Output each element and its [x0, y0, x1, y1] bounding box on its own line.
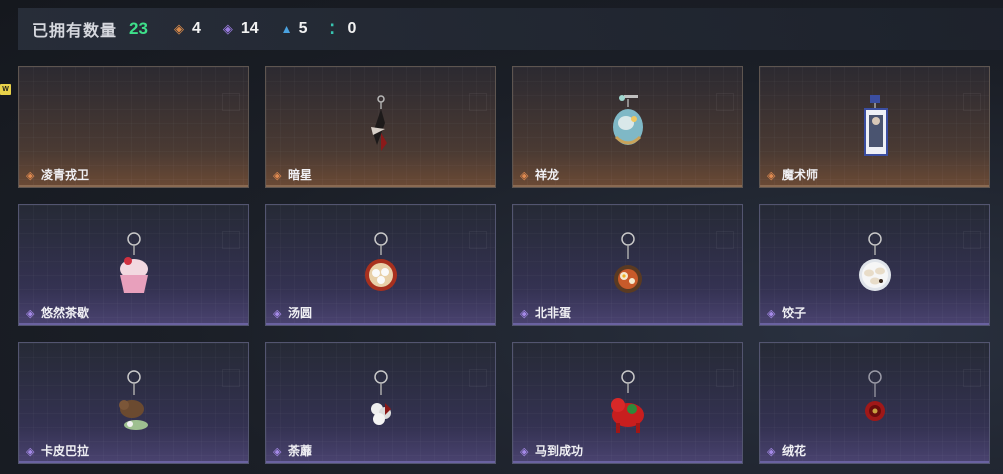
orange-rarity-icon: ◈: [26, 170, 35, 182]
charm-name: 凌青戎卫: [41, 168, 90, 182]
charm-name: 汤圆: [288, 306, 313, 320]
charm-card[interactable]: ◈ 荼蘼: [265, 342, 496, 464]
charm-name: 卡皮巴拉: [41, 444, 90, 458]
watermark-icon: [222, 231, 240, 249]
orange-rarity-icon: ◈: [520, 170, 529, 182]
charm-card[interactable]: ◈ 凌青戎卫: [18, 66, 249, 188]
purple-rarity-icon: ◈: [520, 308, 529, 320]
rarity-bar: [266, 185, 495, 187]
purple-rarity-icon: ◈: [222, 21, 233, 36]
charm-card[interactable]: ◈ 悠然茶歇: [18, 204, 249, 326]
charm-name: 荼蘼: [288, 444, 313, 458]
rarity-bar: [513, 461, 742, 463]
watermark-icon: [469, 369, 487, 387]
charm-card[interactable]: ◈ 暗星: [265, 66, 496, 188]
stat-teal: ⁚ 0: [330, 20, 357, 38]
orange-rarity-icon: ◈: [767, 170, 776, 182]
watermark-icon: [716, 231, 734, 249]
charm-card[interactable]: ◈ 汤圆: [265, 204, 496, 326]
charm-name: 魔术师: [782, 168, 819, 182]
charm-name: 祥龙: [535, 168, 560, 182]
dagger-charm-icon: [370, 95, 387, 151]
charm-name: 马到成功: [535, 444, 584, 458]
cupcake-charm-icon: [119, 232, 148, 293]
purple-rarity-icon: ◈: [273, 308, 282, 320]
blue-rarity-icon: ▲: [280, 22, 293, 36]
stat-purple-value: 14: [240, 20, 259, 37]
capybara-charm-icon: [118, 370, 148, 430]
charm-card[interactable]: ◈ 饺子: [759, 204, 990, 326]
new-badge: W: [0, 84, 11, 95]
charm-card[interactable]: ◈ 魔术师: [759, 66, 990, 188]
shakshuka-charm-icon: [613, 232, 642, 293]
charm-name: 绒花: [782, 444, 807, 458]
charm-card[interactable]: ◈ 绒花: [759, 342, 990, 464]
stat-purple: ◈ 14: [223, 20, 259, 38]
rarity-bar: [513, 323, 742, 325]
charm-name: 饺子: [782, 306, 807, 320]
watermark-icon: [222, 369, 240, 387]
rarity-bar: [513, 185, 742, 187]
dragon-charm-icon: [612, 95, 643, 145]
charm-grid: ◈ 凌青戎卫 ◈ 暗星 ◈ 祥龙 ◈ 魔术师 ◈ 悠然茶歇 ◈ 汤圆 ◈ 北非蛋…: [18, 66, 990, 464]
watermark-icon: [716, 369, 734, 387]
owned-count-value: 23: [129, 19, 148, 38]
purple-rarity-icon: ◈: [26, 308, 35, 320]
rarity-bar: [266, 461, 495, 463]
purple-rarity-icon: ◈: [520, 446, 529, 458]
purple-rarity-icon: ◈: [767, 446, 776, 458]
horse-charm-icon: [610, 370, 644, 433]
stat-orange-value: 4: [191, 20, 201, 37]
white-flower-charm-icon: [370, 370, 391, 425]
stat-orange: ◈ 4: [174, 20, 201, 38]
orange-rarity-icon: ◈: [273, 170, 282, 182]
watermark-icon: [469, 93, 487, 111]
charm-name: 暗星: [288, 168, 313, 182]
purple-rarity-icon: ◈: [273, 446, 282, 458]
teal-rarity-icon: ⁚: [329, 21, 335, 37]
charm-card[interactable]: ◈ 祥龙: [512, 66, 743, 188]
rarity-bar: [760, 461, 989, 463]
stat-blue-value: 5: [298, 20, 308, 37]
rarity-bar: [266, 323, 495, 325]
rarity-bar: [19, 461, 248, 463]
purple-rarity-icon: ◈: [767, 308, 776, 320]
stat-blue: ▲ 5: [281, 20, 308, 38]
rarity-bar: [19, 323, 248, 325]
rarity-bar: [760, 185, 989, 187]
watermark-icon: [963, 369, 981, 387]
rarity-bar: [19, 185, 248, 187]
watermark-icon: [963, 93, 981, 111]
stat-teal-value: 0: [347, 20, 357, 37]
red-flower-charm-icon: [864, 370, 885, 421]
inventory-header: 已拥有数量 23 ◈ 4 ◈ 14 ▲ 5 ⁚ 0: [18, 8, 1003, 50]
charm-card[interactable]: ◈ 卡皮巴拉: [18, 342, 249, 464]
watermark-icon: [716, 93, 734, 111]
card-charm-icon: [863, 95, 888, 156]
dumplings-charm-icon: [858, 232, 891, 291]
watermark-icon: [222, 93, 240, 111]
purple-rarity-icon: ◈: [26, 446, 35, 458]
owned-count-label: 已拥有数量: [32, 23, 118, 40]
rarity-bar: [760, 323, 989, 325]
charm-name: 北非蛋: [535, 306, 572, 320]
tangyuan-charm-icon: [364, 232, 397, 291]
charm-card[interactable]: ◈ 北非蛋: [512, 204, 743, 326]
charm-name: 悠然茶歇: [41, 306, 90, 320]
charm-card[interactable]: ◈ 马到成功: [512, 342, 743, 464]
watermark-icon: [469, 231, 487, 249]
watermark-icon: [963, 231, 981, 249]
orange-rarity-icon: ◈: [173, 21, 184, 36]
